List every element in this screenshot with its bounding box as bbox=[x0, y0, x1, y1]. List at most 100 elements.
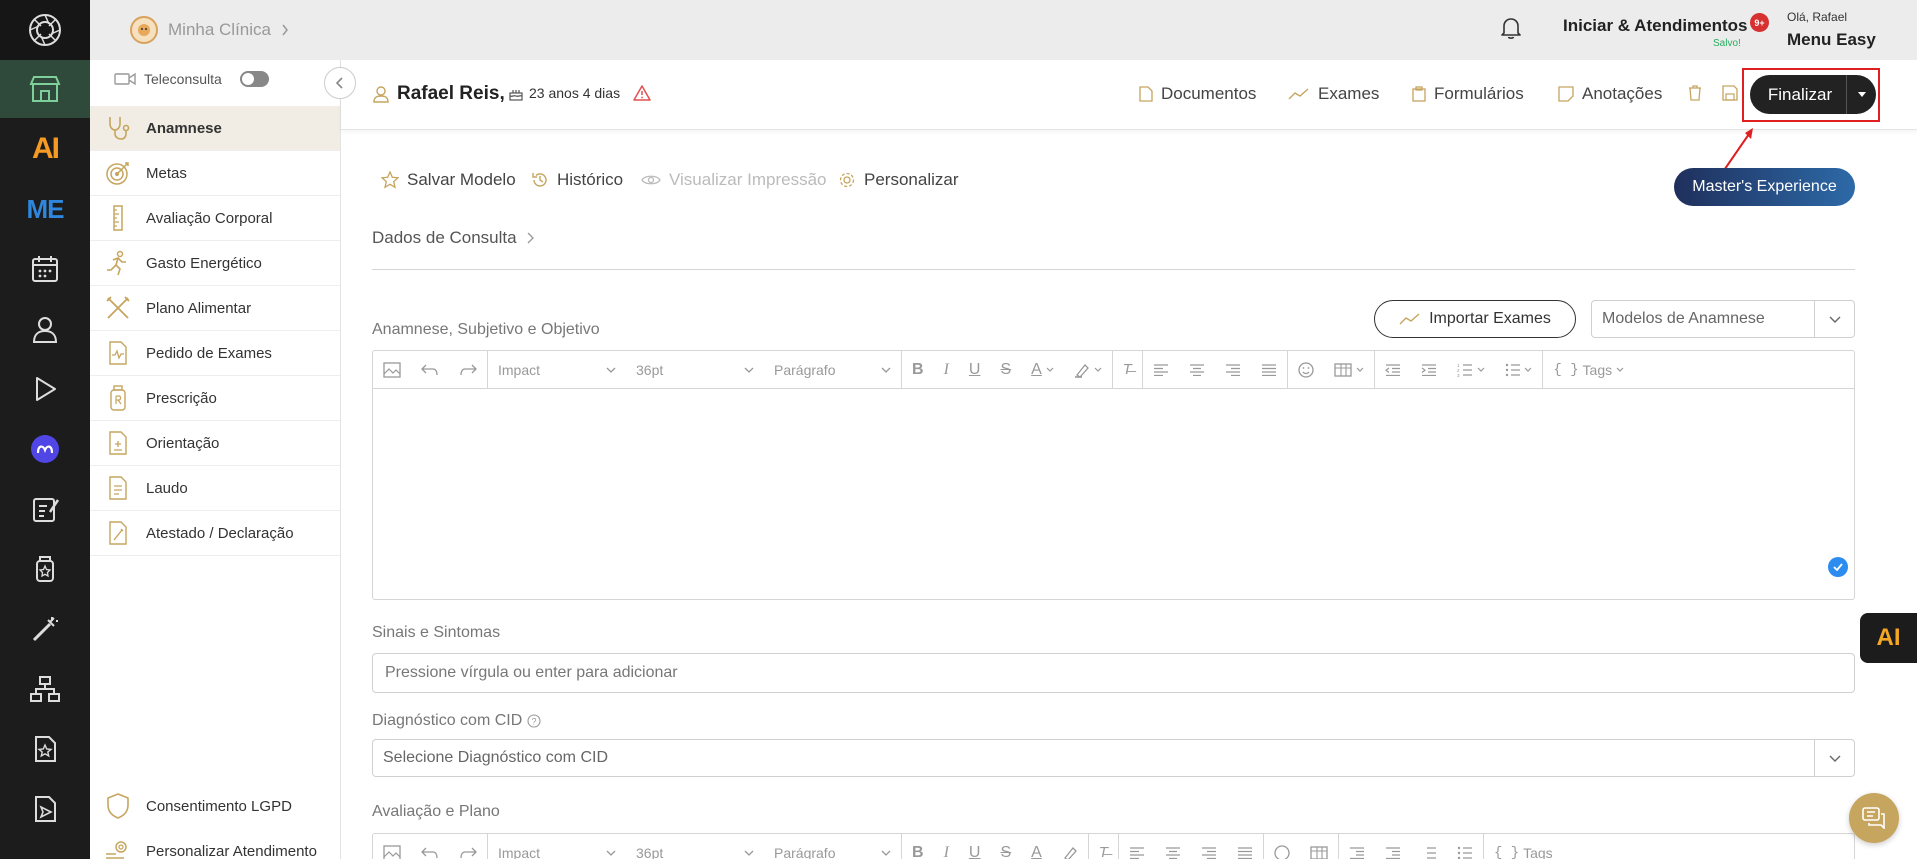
iniciar-atendimentos-link[interactable]: Iniciar & Atendimentos bbox=[1563, 16, 1748, 36]
menu-easy-button[interactable]: Menu Easy bbox=[1787, 30, 1876, 50]
sidebar-item-metas[interactable]: Metas bbox=[90, 151, 340, 196]
sidebar-item-avaliacao-corporal[interactable]: Avaliação Corporal bbox=[90, 196, 340, 241]
masters-experience-button[interactable]: Master's Experience bbox=[1674, 168, 1855, 206]
italic-icon[interactable]: I bbox=[934, 351, 959, 388]
bold-icon[interactable]: B bbox=[902, 834, 934, 859]
sidebar-item-atestado[interactable]: Atestado / Declaração bbox=[90, 511, 340, 556]
historico-button[interactable]: Histórico bbox=[531, 170, 623, 190]
rail-supplements[interactable] bbox=[0, 540, 90, 598]
undo-icon[interactable] bbox=[411, 351, 449, 388]
text-color-icon[interactable]: A bbox=[1021, 834, 1052, 859]
highlight-color-icon[interactable] bbox=[1052, 834, 1089, 859]
salvar-modelo-button[interactable]: Salvar Modelo bbox=[381, 170, 516, 190]
rail-play[interactable] bbox=[0, 360, 90, 418]
align-justify-icon[interactable] bbox=[1227, 834, 1264, 859]
sidebar-item-gasto-energetico[interactable]: Gasto Energético bbox=[90, 241, 340, 286]
italic-icon[interactable]: I bbox=[934, 834, 959, 859]
rail-calendar[interactable] bbox=[0, 240, 90, 298]
strikethrough-icon[interactable]: S bbox=[990, 351, 1021, 388]
clear-format-icon[interactable]: T̶ bbox=[1113, 351, 1143, 388]
bullet-list-icon[interactable] bbox=[1447, 834, 1484, 859]
rail-tools[interactable] bbox=[0, 600, 90, 658]
align-center-icon[interactable] bbox=[1155, 834, 1191, 859]
sidebar-item-prescricao[interactable]: Prescrição bbox=[90, 376, 340, 421]
clear-format-icon[interactable]: T̶ bbox=[1089, 834, 1119, 859]
paragraph-select[interactable]: Parágrafo bbox=[764, 834, 902, 859]
underline-icon[interactable]: U bbox=[959, 351, 991, 388]
outdent-icon[interactable] bbox=[1375, 351, 1411, 388]
font-size-select[interactable]: 36pt bbox=[626, 834, 764, 859]
rail-favorites[interactable] bbox=[0, 720, 90, 778]
align-right-icon[interactable] bbox=[1191, 834, 1227, 859]
sinais-input[interactable]: Pressione vírgula ou enter para adiciona… bbox=[372, 653, 1855, 693]
undo-icon[interactable] bbox=[411, 834, 449, 859]
notifications-button[interactable] bbox=[1500, 16, 1522, 40]
strikethrough-icon[interactable]: S bbox=[990, 834, 1021, 859]
finalizar-button[interactable]: Finalizar bbox=[1750, 75, 1876, 114]
visualizar-impressao-button[interactable]: Visualizar Impressão bbox=[641, 170, 826, 190]
teleconsulta-toggle[interactable] bbox=[239, 71, 269, 87]
delete-button[interactable] bbox=[1688, 85, 1702, 101]
outdent-icon[interactable] bbox=[1339, 834, 1375, 859]
align-right-icon[interactable] bbox=[1215, 351, 1251, 388]
rail-patients[interactable] bbox=[0, 300, 90, 358]
documentos-link[interactable]: Documentos bbox=[1139, 84, 1256, 104]
align-left-icon[interactable] bbox=[1119, 834, 1155, 859]
rail-send[interactable] bbox=[0, 780, 90, 838]
align-center-icon[interactable] bbox=[1179, 351, 1215, 388]
bold-icon[interactable]: B bbox=[902, 351, 934, 388]
sidebar-item-laudo[interactable]: Laudo bbox=[90, 466, 340, 511]
indent-icon[interactable] bbox=[1411, 351, 1447, 388]
align-left-icon[interactable] bbox=[1143, 351, 1179, 388]
align-justify-icon[interactable] bbox=[1251, 351, 1288, 388]
font-family-select[interactable]: Impact bbox=[488, 834, 626, 859]
redo-icon[interactable] bbox=[449, 351, 488, 388]
diagnostico-select[interactable]: Selecione Diagnóstico com CID bbox=[372, 739, 1855, 777]
chat-button[interactable] bbox=[1849, 793, 1899, 843]
table-icon[interactable] bbox=[1300, 834, 1339, 859]
redo-icon[interactable] bbox=[449, 834, 488, 859]
sidebar-item-plano-alimentar[interactable]: Plano Alimentar bbox=[90, 286, 340, 331]
sidebar-item-orientacao[interactable]: Orientação bbox=[90, 421, 340, 466]
emoji-icon[interactable] bbox=[1288, 351, 1324, 388]
personalizar-button[interactable]: Personalizar bbox=[838, 170, 959, 190]
numbered-list-icon[interactable] bbox=[1411, 834, 1447, 859]
underline-icon[interactable]: U bbox=[959, 834, 991, 859]
dados-consulta-toggle[interactable]: Dados de Consulta bbox=[372, 228, 534, 248]
rail-meta[interactable] bbox=[0, 420, 90, 478]
help-icon[interactable]: ? bbox=[527, 714, 541, 728]
modelos-anamnese-select[interactable]: Modelos de Anamnese bbox=[1591, 300, 1855, 338]
sidebar-item-consentimento[interactable]: Consentimento LGPD bbox=[90, 784, 340, 828]
patient-name[interactable]: Rafael Reis, bbox=[397, 83, 505, 105]
bullet-list-icon[interactable] bbox=[1495, 351, 1544, 388]
highlight-color-icon[interactable] bbox=[1064, 351, 1113, 388]
importar-exames-button[interactable]: Importar Exames bbox=[1374, 300, 1576, 338]
alert-icon[interactable] bbox=[633, 85, 651, 101]
rail-org[interactable] bbox=[0, 660, 90, 718]
formularios-link[interactable]: Formulários bbox=[1412, 84, 1524, 104]
sidebar-item-pedido-exames[interactable]: Pedido de Exames bbox=[90, 331, 340, 376]
rail-notes[interactable] bbox=[0, 480, 90, 538]
numbered-list-icon[interactable]: 123 bbox=[1447, 351, 1495, 388]
collapse-sidebar-button[interactable] bbox=[324, 67, 356, 99]
paragraph-select[interactable]: Parágrafo bbox=[764, 351, 902, 388]
indent-icon[interactable] bbox=[1375, 834, 1411, 859]
image-icon[interactable] bbox=[373, 351, 411, 388]
table-icon[interactable] bbox=[1324, 351, 1375, 388]
app-logo[interactable] bbox=[0, 0, 90, 60]
rail-store[interactable] bbox=[0, 60, 90, 118]
clinic-selector[interactable]: Minha Clínica bbox=[130, 16, 289, 44]
tags-dropdown[interactable]: { } Tags bbox=[1543, 351, 1634, 388]
font-family-select[interactable]: Impact bbox=[488, 351, 626, 388]
rail-me[interactable]: ME bbox=[0, 180, 90, 238]
save-button[interactable] bbox=[1722, 85, 1738, 101]
emoji-icon[interactable] bbox=[1264, 834, 1300, 859]
finalizar-dropdown[interactable] bbox=[1846, 75, 1876, 114]
exames-link[interactable]: Exames bbox=[1288, 84, 1379, 104]
spellcheck-icon[interactable] bbox=[1828, 557, 1848, 577]
rail-ai[interactable]: AI bbox=[0, 120, 90, 178]
text-color-icon[interactable]: A bbox=[1021, 351, 1064, 388]
ai-assistant-button[interactable]: AI bbox=[1860, 613, 1917, 663]
sidebar-item-anamnese[interactable]: Anamnese bbox=[90, 106, 340, 151]
image-icon[interactable] bbox=[373, 834, 411, 859]
